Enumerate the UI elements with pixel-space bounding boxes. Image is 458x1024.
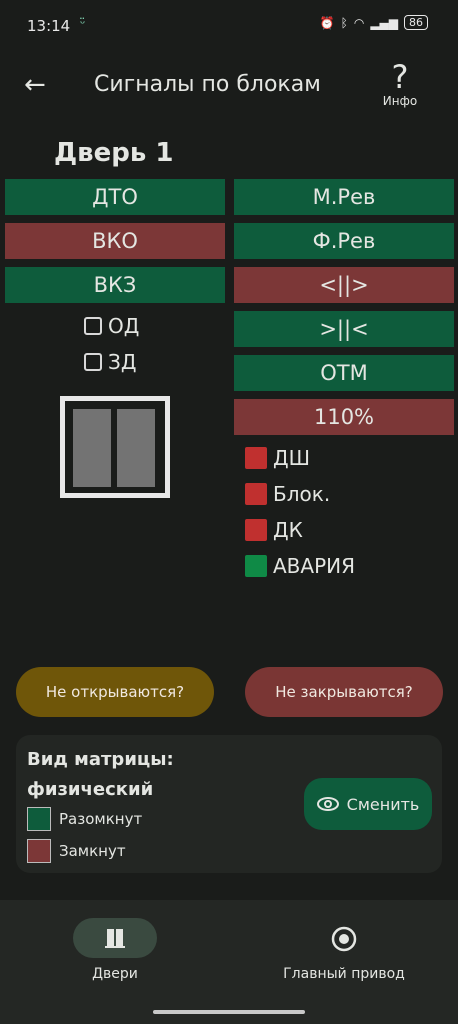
legend-closed: Замкнут <box>27 839 126 863</box>
indicator-avaria-light <box>245 555 267 577</box>
app-notification-icon: ᵕ̈ <box>80 17 86 32</box>
alarm-icon: ⏰ <box>319 15 335 30</box>
status-icons: ⏰ ᛒ ◠ ▂▄▆ 86 <box>320 15 428 30</box>
signal-110: 110% <box>234 399 454 435</box>
indicator-dk: ДК <box>245 518 303 542</box>
checkbox-od-label: ОД <box>108 314 140 338</box>
indicator-dk-light <box>245 519 267 541</box>
indicator-dsh-light <box>245 447 267 469</box>
door-icon <box>60 396 170 498</box>
nav-doors-label: Двери <box>92 966 138 982</box>
signal-m-rev: М.Рев <box>234 179 454 215</box>
checkbox-od-box[interactable] <box>84 317 102 335</box>
doors-icon <box>105 929 125 948</box>
status-bar: 13:14 ᵕ̈ ⏰ ᛒ ◠ ▂▄▆ 86 <box>0 0 458 56</box>
switch-view-label: Сменить <box>346 794 420 814</box>
indicator-blok: Блок. <box>245 482 330 506</box>
checkbox-od[interactable]: ОД <box>84 314 139 338</box>
home-indicator[interactable] <box>153 1010 305 1014</box>
checkbox-zd-label: ЗД <box>108 350 137 374</box>
battery-icon: 86 <box>404 15 428 30</box>
nav-doors-button[interactable] <box>73 918 157 958</box>
signal-closing: >||< <box>234 311 454 347</box>
matrix-card: Вид матрицы: физический Разомкнут Замкну… <box>16 735 442 873</box>
door-leaf-right <box>117 409 155 487</box>
signal-f-rev: Ф.Рев <box>234 223 454 259</box>
matrix-mode: физический <box>27 779 154 800</box>
info-label: Инфо <box>382 94 418 108</box>
question-icon: ? <box>391 58 409 96</box>
legend-open: Разомкнут <box>27 807 142 831</box>
status-time: 13:14 <box>27 17 71 35</box>
indicator-dk-label: ДК <box>273 518 303 542</box>
eye-icon <box>316 797 339 811</box>
door-leaf-left <box>73 409 111 487</box>
signal-opening: <||> <box>234 267 454 303</box>
signal-vkz: ВКЗ <box>5 267 225 303</box>
signal-otm: ОТМ <box>234 355 454 391</box>
legend-open-swatch <box>27 807 51 831</box>
page-title: Сигналы по блокам <box>94 72 321 97</box>
door-title: Дверь 1 <box>54 138 174 168</box>
switch-view-button[interactable]: Сменить <box>304 778 432 830</box>
nav-main-drive-label[interactable]: Главный привод <box>270 966 418 982</box>
checkbox-zd-box[interactable] <box>84 353 102 371</box>
matrix-heading: Вид матрицы: <box>27 749 174 770</box>
indicator-avaria: АВАРИЯ <box>245 554 355 578</box>
back-arrow-icon[interactable]: ← <box>24 70 46 100</box>
checkbox-zd[interactable]: ЗД <box>84 350 136 374</box>
indicator-dsh: ДШ <box>245 446 310 470</box>
indicator-avaria-label: АВАРИЯ <box>273 554 356 578</box>
signal-vko: ВКО <box>5 223 225 259</box>
indicator-dsh-label: ДШ <box>273 446 311 470</box>
bottom-navigation: Двери Главный привод <box>0 900 458 1024</box>
signal-icon: ▂▄▆ <box>370 15 398 30</box>
signal-dto: ДТО <box>5 179 225 215</box>
legend-open-label: Разомкнут <box>59 810 143 828</box>
main-drive-icon[interactable] <box>331 926 357 956</box>
wifi-icon: ◠ <box>353 15 365 30</box>
indicator-blok-light <box>245 483 267 505</box>
legend-closed-label: Замкнут <box>59 842 126 860</box>
bluetooth-icon: ᛒ <box>340 15 348 30</box>
not-open-button[interactable]: Не открываются? <box>16 667 214 717</box>
indicator-blok-label: Блок. <box>273 482 331 506</box>
info-button[interactable]: ? Инфо <box>380 58 420 108</box>
legend-closed-swatch <box>27 839 51 863</box>
not-close-button[interactable]: Не закрываются? <box>245 667 443 717</box>
